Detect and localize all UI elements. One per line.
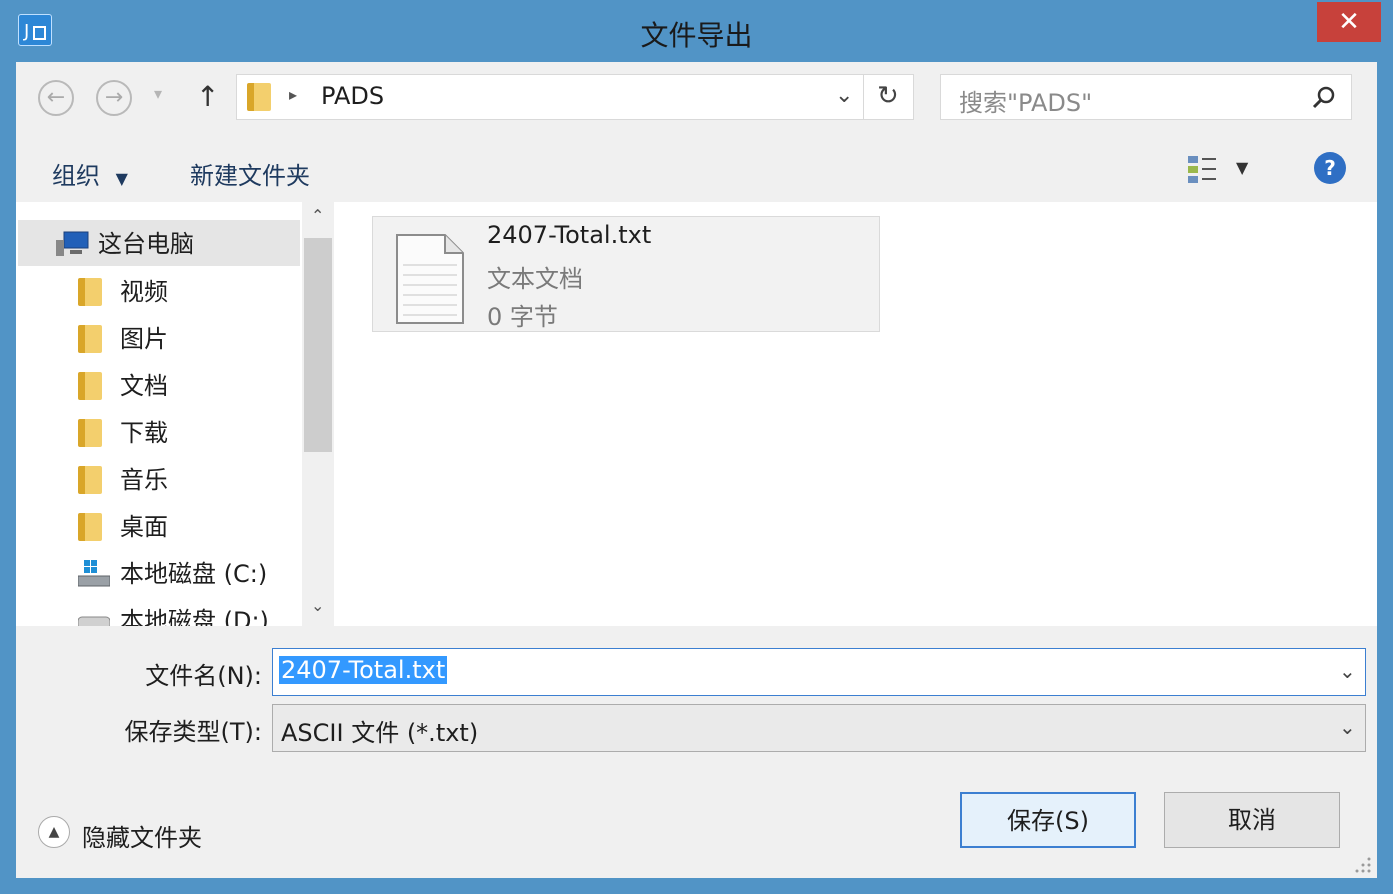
filename-label: 文件名(N): bbox=[145, 662, 262, 690]
address-bar[interactable]: ▸ PADS ⌄ ↻ bbox=[236, 74, 914, 120]
view-list-icon bbox=[1188, 156, 1216, 183]
dialog-body: ← → ▾ ↑ ▸ PADS ⌄ ↻ 搜索"PADS" 组织 ▼ 新建文件夹 ▼… bbox=[16, 62, 1377, 878]
drive-icon bbox=[78, 616, 110, 626]
search-input[interactable]: 搜索"PADS" bbox=[940, 74, 1352, 120]
chevron-down-icon: ▼ bbox=[1236, 158, 1249, 177]
chevron-down-icon[interactable]: ⌄ bbox=[1339, 659, 1356, 683]
navigation-pane: 这台电脑 视频 图片 文档 下载 音乐 桌面 本地磁盘 (C:) 本地磁盘 (D… bbox=[16, 202, 302, 626]
help-button[interactable]: ? bbox=[1314, 152, 1346, 184]
file-item[interactable]: 2407-Total.txt 文本文档 0 字节 bbox=[372, 216, 880, 332]
sidebar-item-label: 下载 bbox=[120, 419, 168, 447]
up-button[interactable]: ↑ bbox=[196, 80, 219, 113]
breadcrumb-pads[interactable]: PADS bbox=[321, 82, 384, 110]
organize-menu[interactable]: 组织 ▼ bbox=[52, 156, 128, 191]
computer-icon bbox=[56, 231, 89, 256]
recent-locations-button[interactable]: ▾ bbox=[154, 84, 162, 103]
text-file-icon bbox=[396, 234, 464, 324]
sidebar-item-label: 音乐 bbox=[120, 466, 168, 494]
resize-grip-icon[interactable] bbox=[1354, 856, 1372, 874]
view-options-button[interactable]: ▼ bbox=[1186, 152, 1248, 192]
chevron-up-icon[interactable]: ⌃ bbox=[311, 206, 324, 225]
file-type: 文本文档 bbox=[487, 265, 583, 293]
sidebar-item-label: 这台电脑 bbox=[98, 230, 194, 258]
arrow-right-icon: → bbox=[104, 85, 124, 110]
sidebar-item-label: 文档 bbox=[120, 372, 168, 400]
arrow-left-icon: ← bbox=[46, 85, 66, 110]
chevron-down-icon[interactable]: ⌄ bbox=[311, 596, 324, 615]
file-export-dialog: J 文件导出 ✕ ← → ▾ ↑ ▸ PADS ⌄ ↻ 搜索"PADS" 组织 … bbox=[0, 0, 1393, 894]
filetype-select[interactable]: ASCII 文件 (*.txt) ⌄ bbox=[272, 704, 1366, 752]
new-folder-button[interactable]: 新建文件夹 bbox=[190, 156, 310, 191]
file-name: 2407-Total.txt bbox=[487, 221, 652, 249]
videos-folder-icon bbox=[78, 278, 102, 306]
close-button[interactable]: ✕ bbox=[1317, 2, 1381, 42]
file-size: 0 字节 bbox=[487, 303, 558, 331]
navigation-scrollbar[interactable]: ⌃ ⌄ bbox=[302, 202, 334, 626]
breadcrumb-separator-icon: ▸ bbox=[289, 85, 298, 104]
window-title: 文件导出 bbox=[640, 19, 753, 52]
search-icon[interactable] bbox=[1311, 85, 1337, 111]
content-area: 这台电脑 视频 图片 文档 下载 音乐 桌面 本地磁盘 (C:) 本地磁盘 (D… bbox=[16, 202, 1377, 626]
organize-label: 组织 bbox=[52, 162, 100, 190]
forward-button[interactable]: → bbox=[96, 80, 132, 116]
back-button[interactable]: ← bbox=[38, 80, 74, 116]
filename-field[interactable]: 2407-Total.txt ⌄ bbox=[272, 648, 1366, 696]
chevron-up-icon: ▲ bbox=[38, 816, 70, 848]
drive-icon bbox=[78, 560, 110, 587]
chevron-down-icon[interactable]: ⌄ bbox=[1339, 715, 1356, 739]
downloads-folder-icon bbox=[78, 419, 102, 447]
scrollbar-thumb[interactable] bbox=[304, 238, 332, 452]
arrow-up-icon: ↑ bbox=[196, 80, 220, 113]
search-placeholder: 搜索"PADS" bbox=[959, 89, 1093, 117]
cancel-button[interactable]: 取消 bbox=[1164, 792, 1340, 848]
sidebar-item-label: 桌面 bbox=[120, 513, 168, 541]
chevron-down-icon: ▼ bbox=[115, 169, 128, 188]
command-toolbar: 组织 ▼ 新建文件夹 ▼ ? bbox=[16, 136, 1377, 202]
music-folder-icon bbox=[78, 466, 102, 494]
refresh-button[interactable]: ↻ bbox=[877, 81, 899, 111]
filetype-value: ASCII 文件 (*.txt) bbox=[281, 719, 479, 747]
desktop-folder-icon bbox=[78, 513, 102, 541]
refresh-icon: ↻ bbox=[877, 81, 899, 111]
filename-value: 2407-Total.txt bbox=[279, 656, 448, 684]
sidebar-item-label: 本地磁盘 (C:) bbox=[120, 560, 268, 588]
filetype-label: 保存类型(T): bbox=[124, 718, 262, 746]
help-icon: ? bbox=[1324, 156, 1336, 180]
divider bbox=[863, 75, 864, 119]
save-button[interactable]: 保存(S) bbox=[960, 792, 1136, 848]
pictures-folder-icon bbox=[78, 325, 102, 353]
folder-icon bbox=[247, 83, 271, 111]
chevron-down-icon: ▾ bbox=[154, 84, 163, 103]
chevron-down-icon: ⌄ bbox=[835, 83, 854, 108]
address-dropdown-button[interactable]: ⌄ bbox=[835, 83, 853, 108]
hide-folders-label: 隐藏文件夹 bbox=[82, 824, 202, 852]
title-bar[interactable]: J 文件导出 ✕ bbox=[0, 0, 1393, 62]
sidebar-item-label: 本地磁盘 (D:) bbox=[120, 607, 269, 626]
documents-folder-icon bbox=[78, 372, 102, 400]
sidebar-item-label: 视频 bbox=[120, 278, 168, 306]
sidebar-item-label: 图片 bbox=[120, 325, 168, 353]
